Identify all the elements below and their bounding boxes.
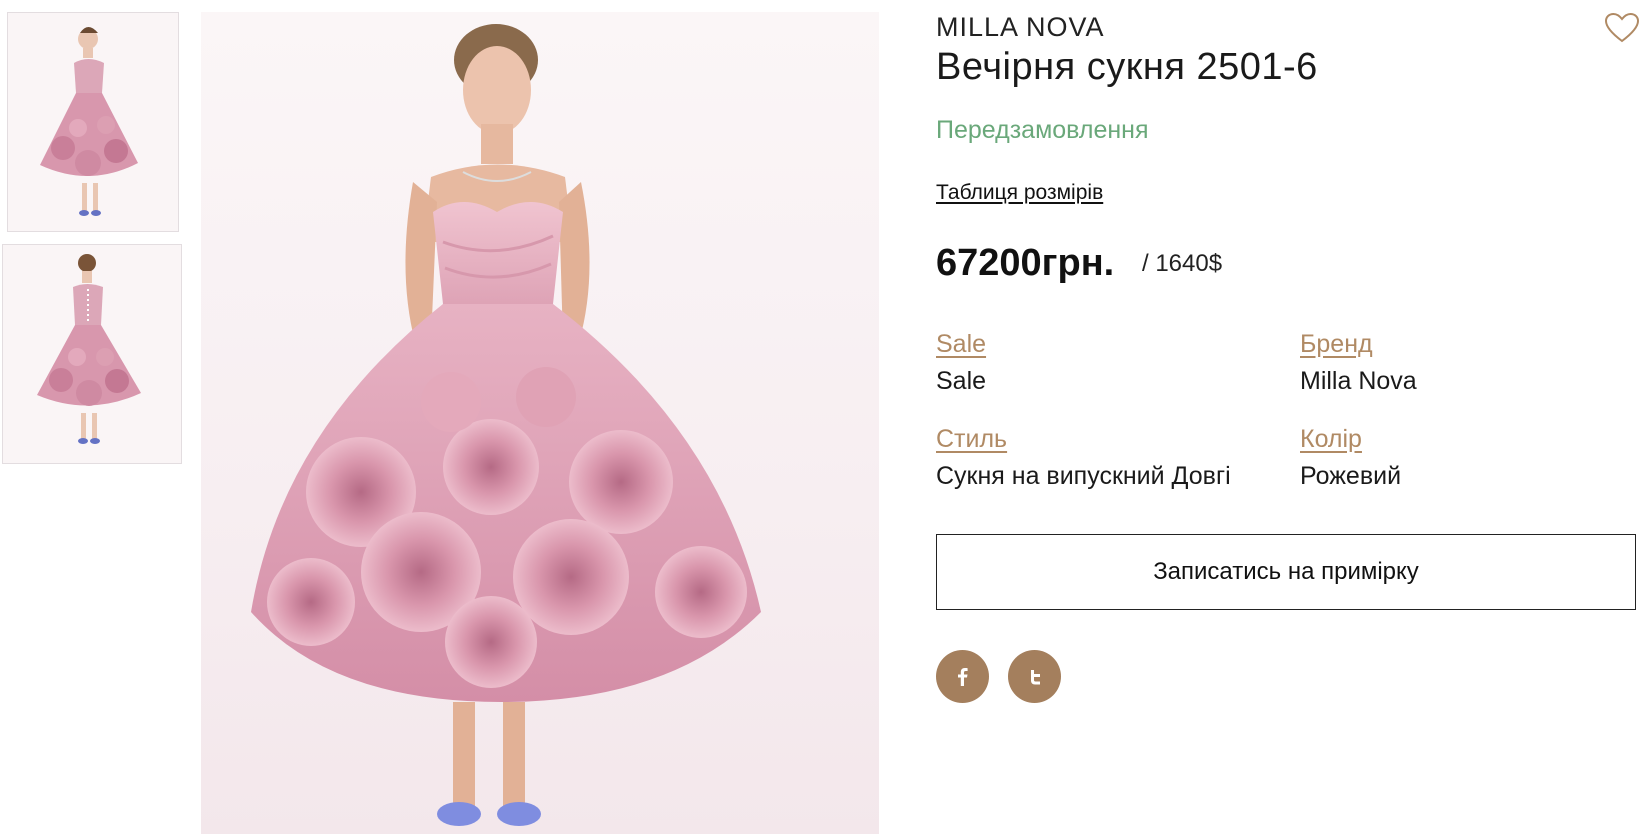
- facebook-icon: [957, 667, 968, 686]
- twitter-share-button[interactable]: [1008, 650, 1061, 703]
- thumbnail-list: [2, 12, 184, 464]
- twitter-icon: [1030, 669, 1040, 684]
- attribute-value: Рожевий: [1300, 462, 1402, 490]
- thumbnail-front[interactable]: [7, 12, 179, 232]
- facebook-share-button[interactable]: [936, 650, 989, 703]
- availability-status: Передзамовлення: [936, 116, 1149, 144]
- attribute-label[interactable]: Sale: [936, 330, 986, 359]
- product-title: Вечірня сукня 2501-6: [936, 46, 1318, 88]
- attribute-color: Колір Рожевий: [1300, 425, 1401, 491]
- dress-back-thumbnail-image: [3, 245, 181, 463]
- size-table-link[interactable]: Таблиця розмірів: [936, 181, 1103, 205]
- product-brand: MILLA NOVA: [936, 12, 1105, 42]
- price-uah: 67200грн.: [936, 242, 1115, 284]
- thumbnail-back[interactable]: [2, 244, 182, 464]
- attribute-sale: Sale Sale: [936, 330, 986, 396]
- main-product-image[interactable]: [201, 12, 879, 834]
- attribute-value: Sale: [936, 367, 987, 395]
- dress-front-thumbnail-image: [8, 13, 178, 231]
- attribute-value: Сукня на випускний Довгі: [936, 462, 1231, 490]
- attribute-brand: Бренд Milla Nova: [1300, 330, 1417, 396]
- price-usd: / 1640$: [1142, 250, 1223, 277]
- attribute-style: Стиль Сукня на випускний Довгі: [936, 425, 1231, 491]
- dress-front-image: [251, 24, 761, 826]
- attribute-label[interactable]: Стиль: [936, 425, 1231, 454]
- heart-icon[interactable]: [1604, 12, 1640, 44]
- book-fitting-button[interactable]: Записатись на примірку: [936, 534, 1636, 610]
- attribute-label[interactable]: Колір: [1300, 425, 1401, 454]
- attribute-label[interactable]: Бренд: [1300, 330, 1417, 359]
- attribute-value: Milla Nova: [1300, 367, 1417, 395]
